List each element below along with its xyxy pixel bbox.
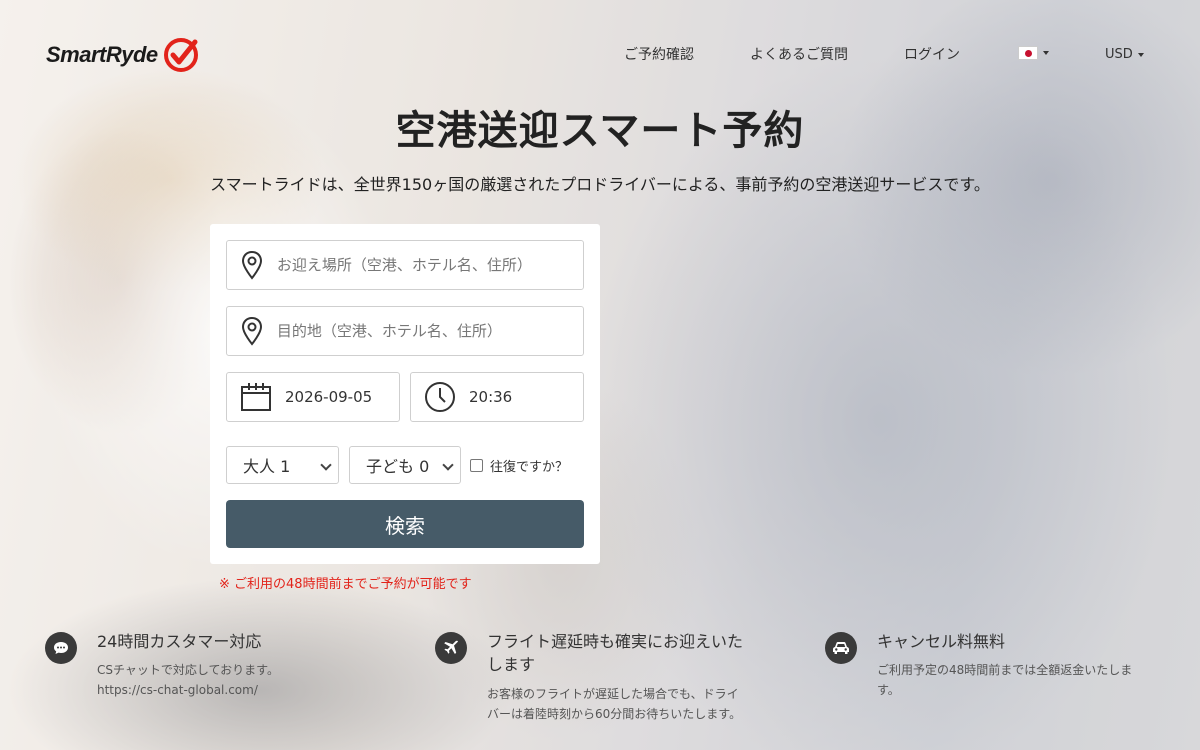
chevron-down-icon	[320, 459, 332, 471]
date-value: 2026-09-05	[285, 388, 373, 406]
header: SmartRyde ご予約確認 よくあるご質問 ログイン USD	[0, 0, 1200, 110]
adults-select[interactable]: 大人 1	[226, 446, 339, 484]
map-pin-icon	[227, 250, 277, 280]
roundtrip-checkbox[interactable]	[470, 459, 483, 472]
children-value: 子ども 0	[366, 457, 430, 476]
nav-faq[interactable]: よくあるご質問	[750, 44, 848, 64]
currency-selector[interactable]: USD	[1105, 47, 1144, 62]
nav-booking-check[interactable]: ご予約確認	[624, 44, 694, 64]
caret-down-icon	[1043, 51, 1049, 55]
booking-notice: ※ ご利用の48時間前までご予約が可能です	[219, 577, 472, 592]
logo[interactable]: SmartRyde	[46, 36, 200, 74]
feature-description: バーは着陸時刻から60分間お待ちいたします。	[487, 707, 742, 721]
chevron-down-icon	[442, 459, 454, 471]
feature-title-line: します	[487, 655, 536, 674]
language-selector[interactable]	[1018, 45, 1049, 61]
time-field[interactable]: 20:36	[410, 372, 584, 422]
pickup-input[interactable]	[276, 256, 583, 274]
nav-login[interactable]: ログイン	[904, 44, 960, 64]
booking-form: 2026-09-05 20:36 大人 1 子ども 0 往復ですか？ 検索	[210, 224, 600, 564]
page-subtitle: スマートライドは、全世界150ヶ国の厳選されたプロドライバーによる、事前予約の空…	[210, 175, 990, 194]
support-link[interactable]: https://cs-chat-global.com/	[97, 680, 258, 701]
feature-flight-delay: フライト遅延時も確実にお迎えいた します お客様のフライトが遅延した場合でも、ド…	[435, 630, 775, 740]
clock-icon	[411, 381, 469, 413]
logo-text: SmartRyde	[46, 42, 158, 67]
destination-input[interactable]	[276, 322, 583, 340]
checkmark-logo-icon	[163, 38, 198, 72]
adults-value: 大人 1	[243, 457, 291, 476]
feature-description: CSチャットで対応しております。	[97, 663, 279, 677]
roundtrip-label: 往復ですか？	[490, 460, 569, 475]
japan-flag-icon	[1018, 46, 1038, 60]
pickup-field[interactable]	[226, 240, 584, 290]
car-icon	[825, 632, 857, 664]
feature-description: お客様のフライトが遅延した場合でも、ドライ	[487, 687, 739, 701]
feature-title: キャンセル料無料	[877, 632, 1006, 651]
feature-title: 24時間カスタマー対応	[97, 632, 262, 651]
map-pin-icon	[227, 316, 277, 346]
calendar-icon	[227, 382, 285, 412]
caret-down-icon	[1137, 52, 1144, 57]
search-button[interactable]: 検索	[226, 500, 584, 548]
page-title: 空港送迎スマート予約	[395, 108, 805, 154]
feature-title: フライト遅延時も確実にお迎えいた します	[487, 630, 743, 676]
roundtrip-option[interactable]: 往復ですか？	[470, 456, 568, 475]
time-value: 20:36	[469, 388, 513, 406]
chat-bubble-icon	[45, 632, 77, 664]
feature-title-line: フライト遅延時も確実にお迎えいた	[487, 632, 744, 651]
feature-description: す。	[877, 683, 900, 697]
date-field[interactable]: 2026-09-05	[226, 372, 400, 422]
feature-support: 24時間カスタマー対応 CSチャットで対応しております。 https://cs-…	[45, 630, 345, 730]
feature-free-cancel: キャンセル料無料 ご利用予定の48時間前までは全額返金いたしま す。	[825, 630, 1165, 730]
airplane-icon	[435, 632, 467, 664]
destination-field[interactable]	[226, 306, 584, 356]
currency-label: USD	[1105, 47, 1133, 62]
children-select[interactable]: 子ども 0	[349, 446, 461, 484]
feature-description: ご利用予定の48時間前までは全額返金いたしま	[877, 663, 1133, 677]
